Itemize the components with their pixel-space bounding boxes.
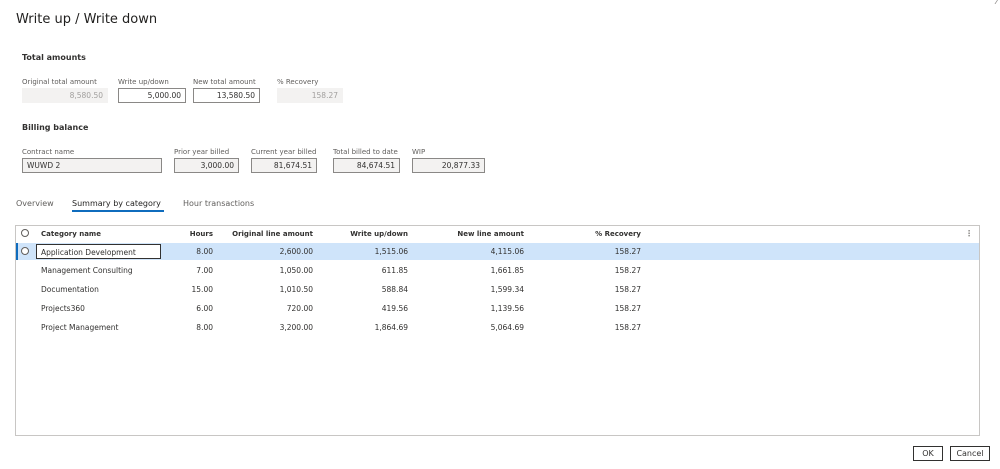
summary-grid: Category name Hours Original line amount… [15,225,980,436]
hours-cell: 8.00 [196,247,213,256]
tab-hour-transactions[interactable]: Hour transactions [183,199,254,208]
category-name: Management Consulting [41,266,133,275]
category-name: Projects360 [41,304,85,313]
billing-balance-heading: Billing balance [22,123,89,132]
more-options-icon[interactable]: ⋮ [965,229,973,238]
write-up-down-field: Write up/down 5,000.00 [118,78,186,103]
table-row[interactable]: Management Consulting 7.00 1,050.00 611.… [16,262,979,279]
new-total-field: New total amount 13,580.50 [193,78,260,103]
dialog-title: Write up / Write down [16,12,158,27]
new-amount-cell: 1,599.34 [490,285,524,294]
cancel-button[interactable]: Cancel [950,446,990,461]
hours-cell: 8.00 [196,323,213,332]
original-amount-cell: 2,600.00 [279,247,313,256]
original-amount-cell: 720.00 [286,304,313,313]
current-year-billed-value: 81,674.51 [251,158,317,173]
hours-cell: 6.00 [196,304,213,313]
tab-summary-by-category[interactable]: Summary by category [72,199,161,208]
original-total-label: Original total amount [22,78,97,86]
selected-row-indicator [16,243,18,260]
prior-year-billed-label: Prior year billed [174,148,230,156]
table-row[interactable]: Application Development 8.00 2,600.00 1,… [16,243,979,260]
tab-overview[interactable]: Overview [16,199,54,208]
recovery-cell: 158.27 [614,304,641,313]
write-up-down-input[interactable]: 5,000.00 [118,88,186,103]
wip-label: WIP [412,148,426,156]
category-cell-editor[interactable]: Application Development [36,244,161,259]
contract-name-field: Contract name WUWD 2 [22,148,162,173]
recovery-cell: 158.27 [614,266,641,275]
col-write-up-down[interactable]: Write up/down [350,230,408,238]
original-amount-cell: 1,050.00 [279,266,313,275]
ok-button[interactable]: OK [913,446,943,461]
write-up-down-cell: 611.85 [381,266,408,275]
current-year-billed-label: Current year billed [251,148,317,156]
col-original-line-amount[interactable]: Original line amount [232,230,313,238]
new-total-label: New total amount [193,78,256,86]
write-up-down-cell: 1,515.06 [374,247,408,256]
recovery-cell: 158.27 [614,285,641,294]
current-year-billed-field: Current year billed 81,674.51 [251,148,317,173]
write-up-down-cell: 419.56 [381,304,408,313]
recovery-cell: 158.27 [614,247,641,256]
original-amount-cell: 1,010.50 [279,285,313,294]
new-amount-cell: 4,115.06 [490,247,524,256]
category-name: Project Management [41,323,119,332]
category-name: Documentation [41,285,99,294]
original-amount-cell: 3,200.00 [279,323,313,332]
select-all-radio[interactable] [21,229,29,237]
write-up-down-label: Write up/down [118,78,169,86]
contract-name-value: WUWD 2 [22,158,162,173]
write-up-down-cell: 1,864.69 [374,323,408,332]
recovery-field: % Recovery 158.27 [277,78,343,103]
new-amount-cell: 1,139.56 [490,304,524,313]
row-select-radio[interactable] [21,247,29,255]
write-up-down-cell: 588.84 [381,285,408,294]
col-new-line-amount[interactable]: New line amount [457,230,524,238]
col-category-name[interactable]: Category name [41,230,101,238]
original-total-field: Original total amount 8,580.50 [22,78,108,103]
new-amount-cell: 5,064.69 [490,323,524,332]
resize-corner-icon: ⁄ [996,0,998,7]
col-hours[interactable]: Hours [190,230,213,238]
hours-cell: 15.00 [191,285,213,294]
original-total-value: 8,580.50 [22,88,108,103]
recovery-value: 158.27 [277,88,343,103]
wip-value: 20,877.33 [412,158,485,173]
active-tab-indicator [72,210,164,212]
col-recovery[interactable]: % Recovery [595,230,641,238]
prior-year-billed-field: Prior year billed 3,000.00 [174,148,239,173]
prior-year-billed-value: 3,000.00 [174,158,239,173]
category-name: Application Development [41,248,136,257]
recovery-cell: 158.27 [614,323,641,332]
table-row[interactable]: Project Management 8.00 3,200.00 1,864.6… [16,319,979,336]
total-billed-field: Total billed to date 84,674.51 [333,148,400,173]
grid-header: Category name Hours Original line amount… [16,226,979,244]
table-row[interactable]: Projects360 6.00 720.00 419.56 1,139.56 … [16,300,979,317]
hours-cell: 7.00 [196,266,213,275]
new-total-input[interactable]: 13,580.50 [193,88,260,103]
wip-field: WIP 20,877.33 [412,148,485,173]
contract-name-label: Contract name [22,148,75,156]
total-billed-label: Total billed to date [333,148,398,156]
total-billed-value: 84,674.51 [333,158,400,173]
recovery-label: % Recovery [277,78,319,86]
new-amount-cell: 1,661.85 [490,266,524,275]
table-row[interactable]: Documentation 15.00 1,010.50 588.84 1,59… [16,281,979,298]
total-amounts-heading: Total amounts [22,53,86,62]
